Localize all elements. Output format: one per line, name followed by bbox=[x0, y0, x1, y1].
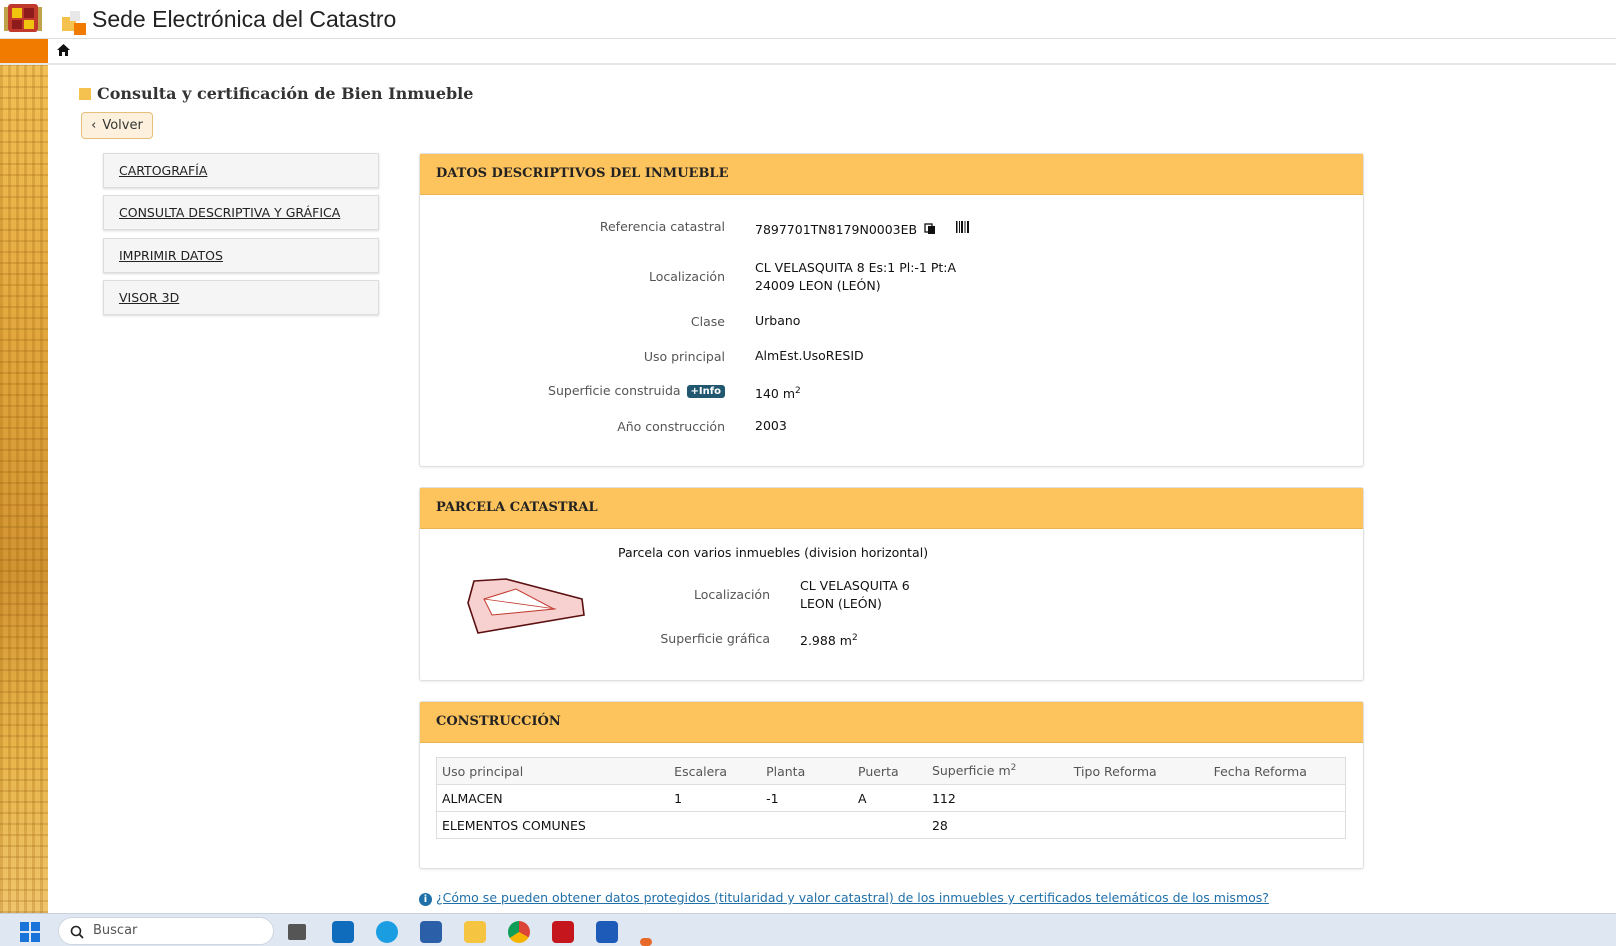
chrome-icon[interactable] bbox=[508, 921, 530, 943]
superficie-grafica-value: 2.988 m2 bbox=[800, 633, 858, 649]
table-cell bbox=[1068, 784, 1209, 812]
superficie-grafica-label: Superficie gráfica bbox=[660, 631, 770, 646]
acrobat-icon[interactable] bbox=[552, 921, 574, 943]
clase-value: Urbano bbox=[755, 313, 801, 328]
column-header: Fecha Reforma bbox=[1208, 757, 1346, 785]
ref-catastral-label: Referencia catastral bbox=[599, 219, 725, 234]
parcela-subtitle: Parcela con varios inmuebles (division h… bbox=[618, 545, 929, 560]
table-cell: 1 bbox=[669, 784, 762, 812]
sidebar-item-visor-3d[interactable]: VISOR 3D bbox=[103, 280, 379, 315]
table-cell bbox=[1208, 784, 1346, 812]
copy-icon[interactable] bbox=[924, 223, 936, 235]
more-info-badge[interactable]: +Info bbox=[686, 385, 725, 398]
parcel-map-thumbnail[interactable] bbox=[464, 575, 588, 637]
table-cell bbox=[669, 811, 762, 839]
superficie-construida-label: Superficie construida +Info bbox=[420, 383, 725, 398]
construccion-panel: CONSTRUCCIÓN Uso principal Escalera Plan… bbox=[419, 701, 1364, 869]
store-icon[interactable] bbox=[420, 921, 442, 943]
panel-heading: PARCELA CATASTRAL bbox=[420, 488, 1363, 529]
superficie-construida-value: 140 m2 bbox=[755, 386, 801, 402]
column-header: Puerta bbox=[853, 757, 927, 785]
word-icon[interactable] bbox=[596, 921, 618, 943]
edge-icon[interactable] bbox=[376, 921, 398, 943]
table-cell bbox=[853, 811, 927, 839]
chevron-left-icon: ‹ bbox=[91, 118, 97, 133]
nav-bar bbox=[0, 39, 1616, 65]
panel-heading: CONSTRUCCIÓN bbox=[420, 702, 1363, 743]
datos-descriptivos-panel: DATOS DESCRIPTIVOS DEL INMUEBLE Referenc… bbox=[419, 153, 1364, 467]
localizacion-label: Localización bbox=[648, 269, 725, 284]
info-icon: i bbox=[419, 893, 432, 906]
os-taskbar: Buscar bbox=[0, 913, 1616, 946]
site-header: Sede Electrónica del Catastro bbox=[0, 0, 1616, 39]
sidebar-item-imprimir-datos[interactable]: IMPRIMIR DATOS bbox=[103, 238, 379, 273]
anio-construccion-label: Año construcción bbox=[617, 419, 725, 434]
column-header: Escalera bbox=[669, 757, 762, 785]
clase-label: Clase bbox=[690, 314, 725, 329]
windows-start-icon[interactable] bbox=[20, 922, 40, 942]
uso-principal-label: Uso principal bbox=[643, 349, 725, 364]
parcela-localizacion-label: Localización bbox=[693, 587, 770, 602]
table-cell: ELEMENTOS COMUNES bbox=[436, 811, 670, 839]
side-decorative-image bbox=[0, 65, 48, 913]
table-cell bbox=[1068, 811, 1209, 839]
outlook-icon[interactable] bbox=[332, 921, 354, 943]
construccion-table: Uso principal Escalera Planta Puerta Sup… bbox=[436, 757, 1346, 839]
table-cell: 28 bbox=[926, 811, 1069, 839]
home-icon[interactable] bbox=[57, 44, 70, 56]
taskbar-search-input[interactable]: Buscar bbox=[58, 917, 274, 945]
table-cell bbox=[761, 811, 853, 839]
title-square-icon bbox=[79, 88, 91, 100]
table-cell: A bbox=[853, 784, 927, 812]
table-cell: -1 bbox=[761, 784, 853, 812]
table-cell: ALMACEN bbox=[436, 784, 670, 812]
nav-accent bbox=[0, 39, 48, 63]
parcela-localizacion-value: CL VELASQUITA 6 LEON (LEÓN) bbox=[800, 578, 910, 611]
ref-catastral-value: 7897701TN8179N0003EB bbox=[755, 221, 970, 239]
column-header: Planta bbox=[761, 757, 853, 785]
sidebar-item-cartografia[interactable]: CARTOGRAFÍA bbox=[103, 153, 379, 188]
file-explorer-icon[interactable] bbox=[464, 921, 486, 943]
table-cell: 112 bbox=[926, 784, 1069, 812]
catastro-logo-icon bbox=[62, 11, 86, 35]
datos-protegidos-link[interactable]: i ¿Cómo se pueden obtener datos protegido… bbox=[419, 890, 1269, 906]
parcela-catastral-panel: PARCELA CATASTRAL Parcela con varios inm… bbox=[419, 487, 1364, 681]
sidebar-item-consulta-descriptiva[interactable]: CONSULTA DESCRIPTIVA Y GRÁFICA bbox=[103, 195, 379, 230]
table-header-row: Uso principal Escalera Planta Puerta Sup… bbox=[436, 757, 1346, 785]
task-view-icon[interactable] bbox=[288, 924, 306, 940]
localizacion-value: CL VELASQUITA 8 Es:1 Pl:-1 Pt:A 24009 LE… bbox=[755, 260, 957, 293]
column-header: Superficie m2 bbox=[926, 757, 1069, 785]
back-button[interactable]: ‹ Volver bbox=[81, 112, 153, 139]
coat-of-arms-icon[interactable] bbox=[2, 1, 44, 35]
page-title: Consulta y certificación de Bien Inmuebl… bbox=[79, 84, 473, 103]
panel-heading: DATOS DESCRIPTIVOS DEL INMUEBLE bbox=[420, 154, 1363, 195]
column-header: Uso principal bbox=[436, 757, 670, 785]
table-cell bbox=[1208, 811, 1346, 839]
barcode-icon[interactable] bbox=[956, 221, 970, 233]
uso-principal-value: AlmEst.UsoRESID bbox=[755, 348, 864, 363]
anio-construccion-value: 2003 bbox=[755, 418, 787, 433]
search-icon bbox=[70, 925, 84, 939]
table-row: ALMACEN 1 -1 A 112 bbox=[436, 784, 1346, 812]
site-title[interactable]: Sede Electrónica del Catastro bbox=[92, 6, 396, 33]
table-row: ELEMENTOS COMUNES 28 bbox=[436, 811, 1346, 839]
column-header: Tipo Reforma bbox=[1068, 757, 1209, 785]
